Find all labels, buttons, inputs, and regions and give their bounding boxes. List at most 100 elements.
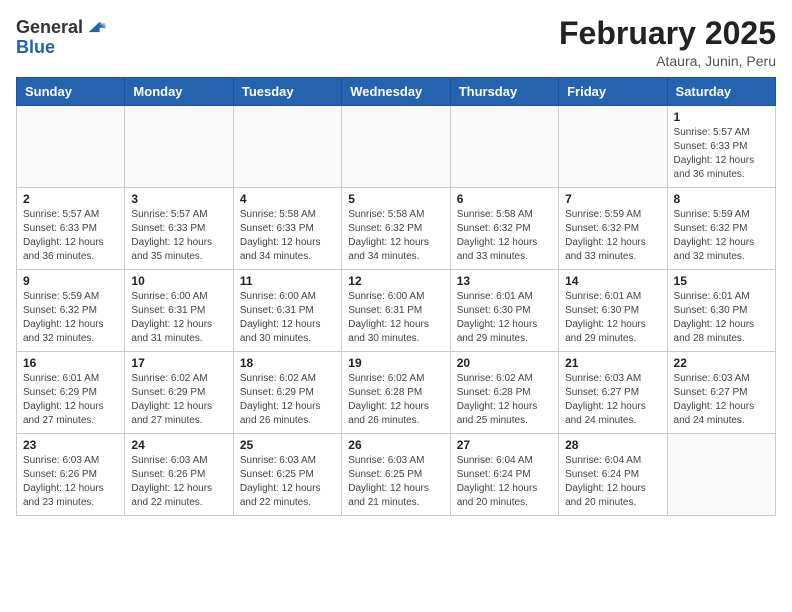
day-info: Sunrise: 6:00 AM Sunset: 6:31 PM Dayligh…	[131, 290, 226, 346]
day-info: Sunrise: 5:59 AM Sunset: 6:32 PM Dayligh…	[23, 290, 118, 346]
day-number: 24	[131, 438, 226, 452]
day-info: Sunrise: 5:58 AM Sunset: 6:32 PM Dayligh…	[457, 208, 552, 264]
month-title: February 2025	[559, 16, 776, 51]
calendar-cell: 23 Sunrise: 6:03 AM Sunset: 6:26 PM Dayli…	[17, 434, 125, 516]
day-number: 1	[674, 110, 769, 124]
calendar-cell: 2 Sunrise: 5:57 AM Sunset: 6:33 PM Daylig…	[17, 188, 125, 270]
day-number: 27	[457, 438, 552, 452]
day-info: Sunrise: 5:58 AM Sunset: 6:32 PM Dayligh…	[348, 208, 443, 264]
calendar-cell: 22 Sunrise: 6:03 AM Sunset: 6:27 PM Dayli…	[667, 352, 775, 434]
calendar-table: SundayMondayTuesdayWednesdayThursdayFrid…	[16, 77, 776, 516]
day-number: 2	[23, 192, 118, 206]
calendar-cell: 11Sunrise: 6:00 AM Sunset: 6:31 PM Dayli…	[233, 270, 341, 352]
calendar-cell: 17 Sunrise: 6:02 AM Sunset: 6:29 PM Dayli…	[125, 352, 233, 434]
day-number: 8	[674, 192, 769, 206]
logo-general: General	[16, 18, 83, 36]
day-info: Sunrise: 6:00 AM Sunset: 6:31 PM Dayligh…	[348, 290, 443, 346]
calendar-cell: 14 Sunrise: 6:01 AM Sunset: 6:30 PM Dayli…	[559, 270, 667, 352]
day-info: Sunrise: 6:02 AM Sunset: 6:29 PM Dayligh…	[131, 372, 226, 428]
location-subtitle: Ataura, Junin, Peru	[559, 53, 776, 69]
calendar-cell	[233, 106, 341, 188]
day-info: Sunrise: 5:57 AM Sunset: 6:33 PM Dayligh…	[131, 208, 226, 264]
week-row-2: 2 Sunrise: 5:57 AM Sunset: 6:33 PM Daylig…	[17, 188, 776, 270]
weekday-header-row: SundayMondayTuesdayWednesdayThursdayFrid…	[17, 78, 776, 106]
day-info: Sunrise: 5:57 AM Sunset: 6:33 PM Dayligh…	[674, 126, 769, 182]
day-number: 14	[565, 274, 660, 288]
day-info: Sunrise: 6:01 AM Sunset: 6:30 PM Dayligh…	[565, 290, 660, 346]
calendar-cell	[125, 106, 233, 188]
day-info: Sunrise: 6:04 AM Sunset: 6:24 PM Dayligh…	[457, 454, 552, 510]
day-info: Sunrise: 6:04 AM Sunset: 6:24 PM Dayligh…	[565, 454, 660, 510]
day-info: Sunrise: 6:03 AM Sunset: 6:25 PM Dayligh…	[240, 454, 335, 510]
calendar-cell: 18 Sunrise: 6:02 AM Sunset: 6:29 PM Dayli…	[233, 352, 341, 434]
day-number: 22	[674, 356, 769, 370]
calendar-cell: 10 Sunrise: 6:00 AM Sunset: 6:31 PM Dayli…	[125, 270, 233, 352]
calendar-cell: 27 Sunrise: 6:04 AM Sunset: 6:24 PM Dayli…	[450, 434, 558, 516]
day-number: 5	[348, 192, 443, 206]
day-info: Sunrise: 6:03 AM Sunset: 6:26 PM Dayligh…	[131, 454, 226, 510]
weekday-header-wednesday: Wednesday	[342, 78, 450, 106]
weekday-header-monday: Monday	[125, 78, 233, 106]
calendar-cell	[559, 106, 667, 188]
calendar-cell: 15 Sunrise: 6:01 AM Sunset: 6:30 PM Dayli…	[667, 270, 775, 352]
day-number: 7	[565, 192, 660, 206]
day-info: Sunrise: 6:02 AM Sunset: 6:28 PM Dayligh…	[348, 372, 443, 428]
day-number: 15	[674, 274, 769, 288]
day-info: Sunrise: 6:02 AM Sunset: 6:29 PM Dayligh…	[240, 372, 335, 428]
weekday-header-friday: Friday	[559, 78, 667, 106]
day-info: Sunrise: 6:03 AM Sunset: 6:27 PM Dayligh…	[565, 372, 660, 428]
day-number: 21	[565, 356, 660, 370]
calendar-cell: 12 Sunrise: 6:00 AM Sunset: 6:31 PM Dayli…	[342, 270, 450, 352]
weekday-header-sunday: Sunday	[17, 78, 125, 106]
calendar-cell: 19Sunrise: 6:02 AM Sunset: 6:28 PM Dayli…	[342, 352, 450, 434]
calendar-cell	[450, 106, 558, 188]
calendar-cell: 3 Sunrise: 5:57 AM Sunset: 6:33 PM Daylig…	[125, 188, 233, 270]
calendar-cell: 26Sunrise: 6:03 AM Sunset: 6:25 PM Dayli…	[342, 434, 450, 516]
day-number: 11	[240, 274, 335, 288]
day-number: 23	[23, 438, 118, 452]
calendar-cell: 9Sunrise: 5:59 AM Sunset: 6:32 PM Daylig…	[17, 270, 125, 352]
day-info: Sunrise: 6:01 AM Sunset: 6:30 PM Dayligh…	[674, 290, 769, 346]
day-number: 12	[348, 274, 443, 288]
day-info: Sunrise: 6:03 AM Sunset: 6:25 PM Dayligh…	[348, 454, 443, 510]
calendar-cell: 13Sunrise: 6:01 AM Sunset: 6:30 PM Dayli…	[450, 270, 558, 352]
logo: General Blue	[16, 16, 107, 56]
day-number: 4	[240, 192, 335, 206]
calendar-cell: 4 Sunrise: 5:58 AM Sunset: 6:33 PM Daylig…	[233, 188, 341, 270]
logo-blue: Blue	[16, 38, 55, 56]
weekday-header-saturday: Saturday	[667, 78, 775, 106]
day-number: 18	[240, 356, 335, 370]
calendar-cell	[667, 434, 775, 516]
day-info: Sunrise: 6:03 AM Sunset: 6:26 PM Dayligh…	[23, 454, 118, 510]
day-number: 10	[131, 274, 226, 288]
day-number: 13	[457, 274, 552, 288]
day-info: Sunrise: 5:58 AM Sunset: 6:33 PM Dayligh…	[240, 208, 335, 264]
calendar-cell: 8 Sunrise: 5:59 AM Sunset: 6:32 PM Daylig…	[667, 188, 775, 270]
week-row-4: 16Sunrise: 6:01 AM Sunset: 6:29 PM Dayli…	[17, 352, 776, 434]
calendar-cell: 28 Sunrise: 6:04 AM Sunset: 6:24 PM Dayli…	[559, 434, 667, 516]
calendar-cell: 24 Sunrise: 6:03 AM Sunset: 6:26 PM Dayli…	[125, 434, 233, 516]
day-number: 25	[240, 438, 335, 452]
day-info: Sunrise: 6:02 AM Sunset: 6:28 PM Dayligh…	[457, 372, 552, 428]
day-info: Sunrise: 5:59 AM Sunset: 6:32 PM Dayligh…	[565, 208, 660, 264]
calendar-cell: 21 Sunrise: 6:03 AM Sunset: 6:27 PM Dayli…	[559, 352, 667, 434]
calendar-cell: 16Sunrise: 6:01 AM Sunset: 6:29 PM Dayli…	[17, 352, 125, 434]
weekday-header-thursday: Thursday	[450, 78, 558, 106]
calendar-cell: 25 Sunrise: 6:03 AM Sunset: 6:25 PM Dayli…	[233, 434, 341, 516]
weekday-header-tuesday: Tuesday	[233, 78, 341, 106]
day-number: 17	[131, 356, 226, 370]
logo-icon	[85, 16, 107, 38]
day-info: Sunrise: 6:03 AM Sunset: 6:27 PM Dayligh…	[674, 372, 769, 428]
day-info: Sunrise: 6:01 AM Sunset: 6:29 PM Dayligh…	[23, 372, 118, 428]
calendar-cell: 20 Sunrise: 6:02 AM Sunset: 6:28 PM Dayli…	[450, 352, 558, 434]
week-row-3: 9Sunrise: 5:59 AM Sunset: 6:32 PM Daylig…	[17, 270, 776, 352]
day-number: 6	[457, 192, 552, 206]
day-number: 20	[457, 356, 552, 370]
day-info: Sunrise: 5:57 AM Sunset: 6:33 PM Dayligh…	[23, 208, 118, 264]
title-section: February 2025 Ataura, Junin, Peru	[559, 16, 776, 69]
day-number: 28	[565, 438, 660, 452]
calendar-cell	[342, 106, 450, 188]
day-info: Sunrise: 5:59 AM Sunset: 6:32 PM Dayligh…	[674, 208, 769, 264]
week-row-5: 23 Sunrise: 6:03 AM Sunset: 6:26 PM Dayli…	[17, 434, 776, 516]
day-number: 3	[131, 192, 226, 206]
